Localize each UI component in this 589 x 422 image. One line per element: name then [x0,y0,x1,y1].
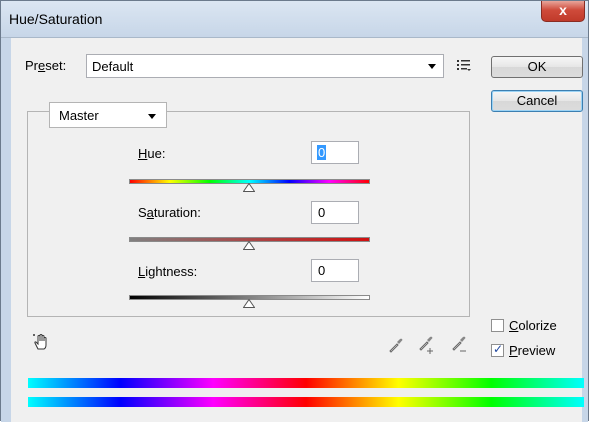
preview-checkbox[interactable]: ✓ [491,342,504,357]
ok-button[interactable]: OK [491,56,583,78]
eyedropper-plus-icon[interactable] [417,336,435,354]
hue-input[interactable]: 0 [311,141,359,164]
close-icon: x [559,2,567,18]
lightness-slider-thumb[interactable] [243,299,255,308]
channel-dropdown[interactable]: Master [49,102,167,128]
hue-label: Hue: [138,146,166,161]
channel-value: Master [59,108,99,123]
preview-label: Preview [509,343,556,358]
saturation-label: Saturation: [138,205,201,220]
chevron-down-icon [148,114,156,119]
saturation-slider-thumb[interactable] [243,241,255,250]
preset-label: Preset: [25,58,67,73]
cancel-button[interactable]: Cancel [491,90,583,112]
hue-saturation-dialog: Hue/Saturation x Preset: Default OK Canc… [0,0,589,422]
colorize-label: Colorize [509,318,557,333]
input-color-bar [28,378,584,388]
targeted-adjustment-hand-icon[interactable] [31,332,51,352]
preset-options-icon[interactable] [456,58,472,72]
output-color-bar [28,397,584,407]
adjustment-group [27,111,470,317]
preset-value: Default [92,59,134,74]
lightness-input[interactable]: 0 [311,259,359,282]
eyedropper-icon[interactable] [387,336,405,354]
saturation-input[interactable]: 0 [311,201,359,224]
checkmark-icon: ✓ [493,342,504,356]
title-bar[interactable]: Hue/Saturation x [1,1,588,38]
close-button[interactable]: x [541,1,585,22]
lightness-label: Lightness: [138,264,198,279]
eyedropper-minus-icon[interactable] [450,336,468,354]
hue-slider-thumb[interactable] [243,183,255,192]
chevron-down-icon [428,64,436,69]
colorize-checkbox[interactable] [491,319,504,332]
preset-dropdown[interactable]: Default [86,54,444,78]
window-frame-left [1,38,11,422]
window-title: Hue/Saturation [9,11,103,27]
dialog-content: Preset: Default OK Cancel Master Hue: 0 … [11,38,584,422]
